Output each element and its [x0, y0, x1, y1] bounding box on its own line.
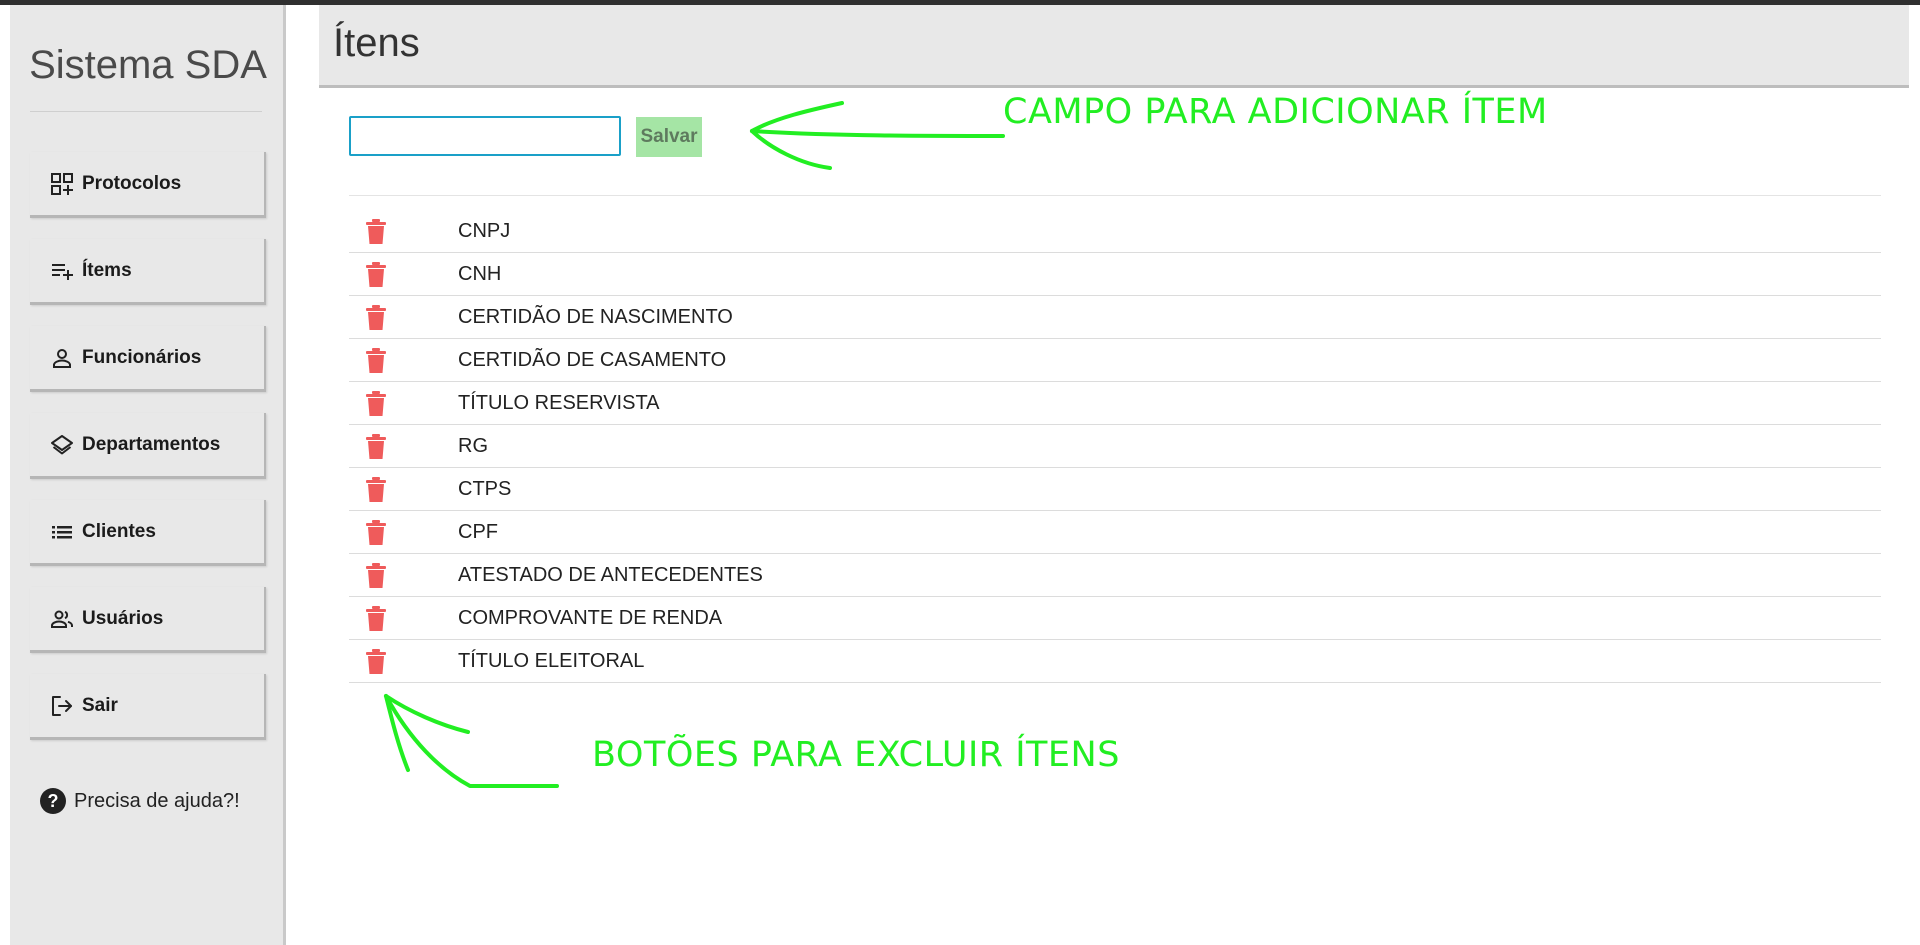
save-button[interactable]: Salvar: [636, 117, 702, 157]
annotation-add-field: CAMPO PARA ADICIONAR ÍTEM: [1003, 92, 1548, 132]
item-label: COMPROVANTE DE RENDA: [458, 607, 723, 629]
layers-icon: [48, 431, 76, 459]
list-item: CNH: [349, 253, 1881, 296]
list-divider: [349, 195, 1881, 196]
trash-icon[interactable]: [365, 649, 387, 675]
item-label: CTPS: [458, 478, 512, 500]
page-header: Ítens: [319, 5, 1909, 88]
sidebar-item-sair[interactable]: Sair: [30, 674, 266, 740]
list-item: CERTIDÃO DE CASAMENTO: [349, 339, 1881, 382]
trash-icon[interactable]: [365, 262, 387, 288]
item-label: CERTIDÃO DE CASAMENTO: [458, 349, 727, 371]
trash-icon[interactable]: [365, 391, 387, 417]
sidebar-item-label: Ítems: [82, 259, 132, 281]
add-field-arrow-head-upper: [750, 101, 844, 133]
sidebar-item-usuarios[interactable]: Usuários: [30, 587, 266, 653]
sidebar-item-label: Protocolos: [82, 172, 182, 194]
trash-icon[interactable]: [365, 434, 387, 460]
trash-icon[interactable]: [365, 305, 387, 331]
sidebar-item-clientes[interactable]: Clientes: [30, 500, 266, 566]
left-edge-strip: [0, 5, 10, 945]
list-item: CTPS: [349, 468, 1881, 511]
trash-icon[interactable]: [365, 606, 387, 632]
logout-icon: [48, 692, 76, 720]
sidebar-item-departamentos[interactable]: Departamentos: [30, 413, 266, 479]
sidebar-item-label: Usuários: [82, 607, 164, 629]
delete-arrow-shaft: [384, 694, 559, 789]
item-label: TÍTULO RESERVISTA: [458, 392, 660, 414]
delete-arrow-head-left: [384, 694, 410, 772]
list-item: TÍTULO RESERVISTA: [349, 382, 1881, 425]
trash-icon[interactable]: [365, 348, 387, 374]
item-label: RG: [458, 435, 488, 457]
item-label: CNPJ: [458, 220, 511, 242]
brand-title: Sistema SDA: [29, 43, 267, 87]
trash-icon[interactable]: [365, 219, 387, 245]
sidebar-item-label: Clientes: [82, 520, 156, 542]
help-label: Precisa de ajuda?!: [74, 789, 240, 812]
sidebar-item-protocolos[interactable]: Protocolos: [30, 152, 266, 218]
list-item: RG: [349, 425, 1881, 468]
sidebar: Sistema SDA Protocolos Ítems Funcionário…: [10, 5, 286, 945]
item-label: CERTIDÃO DE NASCIMENTO: [458, 306, 733, 328]
list-item: COMPROVANTE DE RENDA: [349, 597, 1881, 640]
add-field-arrow-head-lower: [750, 129, 832, 170]
item-input[interactable]: [349, 116, 621, 156]
trash-icon[interactable]: [365, 520, 387, 546]
list-item: CPF: [349, 511, 1881, 554]
question-circle-icon: ?: [40, 788, 66, 814]
list-item: ATESTADO DE ANTECEDENTES: [349, 554, 1881, 597]
sidebar-item-funcionarios[interactable]: Funcionários: [30, 326, 266, 392]
list-item: TÍTULO ELEITORAL: [349, 640, 1881, 683]
list-item: CNPJ: [349, 210, 1881, 253]
person-icon: [48, 344, 76, 372]
sidebar-item-label: Sair: [82, 694, 118, 716]
item-label: CPF: [458, 521, 498, 543]
sidebar-item-label: Funcionários: [82, 346, 202, 368]
people-icon: [48, 605, 76, 633]
item-label: TÍTULO ELEITORAL: [458, 650, 645, 672]
items-list: CNPJ CNH CERTIDÃO DE NASCIMENTO CERTIDÃO…: [349, 210, 1881, 683]
brand-divider: [30, 111, 262, 112]
sidebar-item-items[interactable]: Ítems: [30, 239, 266, 305]
playlist-add-icon: [48, 257, 76, 285]
page-title: Ítens: [333, 21, 420, 65]
item-label: ATESTADO DE ANTECEDENTES: [458, 564, 763, 586]
sidebar-item-label: Departamentos: [82, 433, 221, 455]
list-icon: [48, 518, 76, 546]
help-link[interactable]: ? Precisa de ajuda?!: [40, 788, 240, 814]
delete-arrow-head-right: [384, 694, 470, 734]
item-label: CNH: [458, 263, 502, 285]
trash-icon[interactable]: [365, 563, 387, 589]
annotation-delete-buttons: BOTÕES PARA EXCLUIR ÍTENS: [592, 735, 1120, 775]
add-field-arrow: [750, 129, 1005, 138]
dashboard-add-icon: [48, 170, 76, 198]
list-item: CERTIDÃO DE NASCIMENTO: [349, 296, 1881, 339]
trash-icon[interactable]: [365, 477, 387, 503]
